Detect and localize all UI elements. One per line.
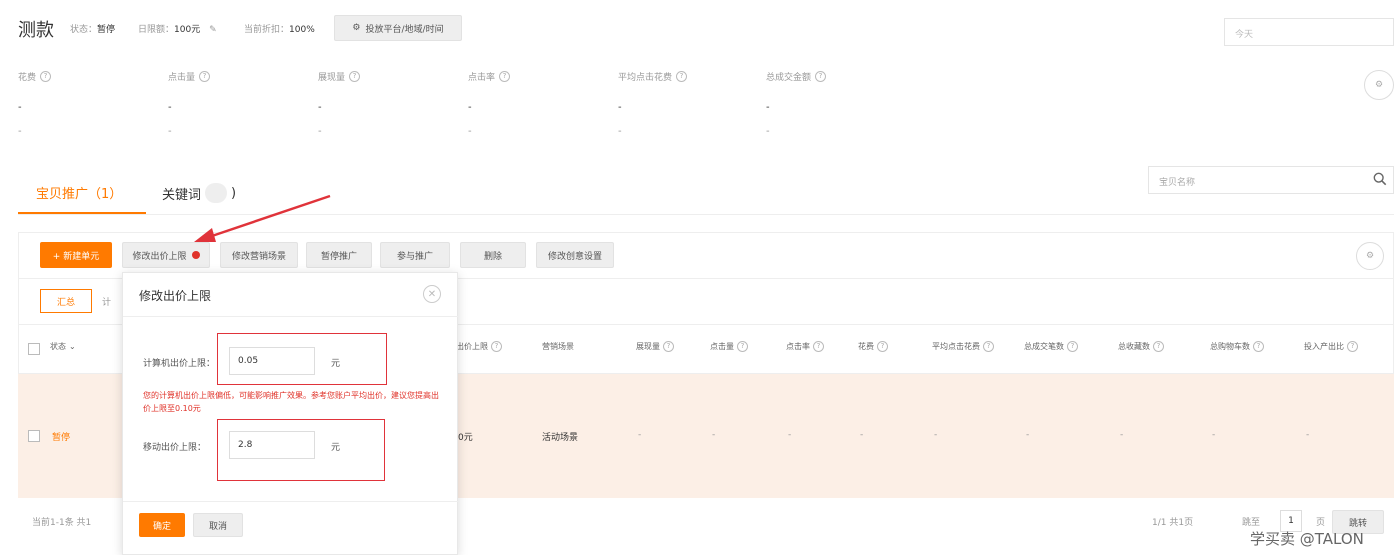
pc-bid-unit: 元 (331, 359, 341, 369)
divider (123, 501, 459, 502)
row-status: 暂停 (52, 433, 71, 443)
join-button[interactable]: 参与推广 (380, 242, 450, 268)
row-checkbox[interactable] (28, 430, 40, 442)
mobile-bid-input[interactable]: 2.8 (229, 431, 315, 459)
alert-dot-icon (191, 251, 200, 259)
gear-icon: ⚙ (352, 23, 361, 33)
help-icon: ? (40, 71, 52, 82)
modify-creative-button[interactable]: 修改创意设置 (536, 242, 614, 268)
help-icon: ? (199, 71, 211, 82)
summary-next: 计 (102, 298, 112, 308)
row-cell: - (1212, 430, 1216, 440)
budget-info: 日限额：100元 ✎ (138, 25, 217, 35)
schedule-button[interactable]: ⚙ 投放平台/地域/时间 (334, 15, 462, 41)
help-icon: ? (676, 71, 688, 82)
column-header-cost[interactable]: 花费? (858, 341, 888, 352)
tab-item-promotion[interactable]: 宝贝推广（1） (36, 183, 122, 202)
watermark: 学买卖 @TALON (1250, 530, 1364, 548)
pc-bid-input[interactable]: 0.05 (229, 347, 315, 375)
row-cell: - (860, 430, 864, 440)
row-cell: - (934, 430, 938, 440)
cancel-button[interactable]: 取消 (193, 513, 243, 537)
metric-value: - (618, 102, 622, 113)
modify-bid-limit-dialog: 修改出价上限 ✕ 计算机出价上限： 0.05 元 您的计算机出价上限偏低，可能影… (122, 272, 459, 555)
chevron-down-icon: ⌄ (69, 342, 76, 351)
metric-value: - (318, 102, 322, 113)
dialog-title: 修改出价上限 (139, 289, 212, 303)
row-cell: - (712, 430, 716, 440)
close-icon[interactable]: ✕ (423, 285, 441, 303)
arrow-annotation (194, 194, 331, 242)
row-cell: - (1120, 430, 1124, 440)
column-header-scene: 营销场景 (542, 342, 574, 351)
search-icon (1373, 172, 1387, 186)
search-input[interactable]: 宝贝名称 (1148, 166, 1394, 194)
column-header-favorites[interactable]: 总收藏数? (1118, 341, 1164, 352)
select-all-checkbox[interactable] (28, 343, 40, 355)
status-info: 状态：暂停 (70, 25, 116, 35)
column-header-roi[interactable]: 投入产出比? (1304, 341, 1358, 352)
row-cell: - (788, 430, 792, 440)
table-settings-icon[interactable]: ⚙ (1356, 242, 1384, 270)
metric-sub: - (18, 126, 22, 137)
metric-label-cost: 花费? (18, 70, 52, 83)
metric-sub: - (168, 126, 172, 137)
column-header-bid[interactable]: 出价上限? (456, 341, 502, 352)
metric-value: - (766, 102, 770, 113)
metric-sub: - (766, 126, 770, 137)
metric-sub: - (318, 126, 322, 137)
row-scene: 活动场景 (542, 433, 579, 443)
new-unit-button[interactable]: + 新建单元 (40, 242, 112, 268)
metric-settings-icon[interactable]: ⚙ (1364, 70, 1394, 100)
metric-value: - (468, 102, 472, 113)
row-cell: - (1306, 430, 1310, 440)
metric-label-ctr: 点击率? (468, 70, 511, 83)
mobile-bid-label: 移动出价上限： (143, 443, 207, 453)
help-icon: ? (349, 71, 361, 82)
column-header-clicks[interactable]: 点击量? (710, 341, 748, 352)
delete-button[interactable]: 删除 (460, 242, 526, 268)
metric-label-cpc: 平均点击花费? (618, 70, 688, 83)
column-header-ctr[interactable]: 点击率? (786, 341, 824, 352)
metric-sub: - (468, 126, 472, 137)
row-count: 当前1-1条 共1 (32, 518, 92, 528)
date-picker[interactable]: 今天 (1224, 18, 1394, 46)
column-header-impressions[interactable]: 展现量? (636, 341, 674, 352)
metric-label-clicks: 点击量? (168, 70, 211, 83)
page-title: 测款 (18, 20, 54, 41)
goto-label: 跳至 (1242, 518, 1261, 528)
metric-label-gmv: 总成交金额? (766, 70, 827, 83)
help-icon: ? (499, 71, 511, 82)
mobile-bid-unit: 元 (331, 443, 341, 453)
column-header-orders[interactable]: 总成交笔数? (1024, 341, 1078, 352)
column-header-cart[interactable]: 总购物车数? (1210, 341, 1264, 352)
page-unit: 页 (1316, 518, 1326, 528)
metric-value: - (18, 102, 22, 113)
metric-label-impressions: 展现量? (318, 70, 361, 83)
page-info: 1/1 共1页 (1152, 518, 1194, 528)
metric-value: - (168, 102, 172, 113)
row-cell: - (1026, 430, 1030, 440)
help-icon: ? (815, 71, 827, 82)
low-bid-warning: 您的计算机出价上限偏低，可能影响推广效果。参考您账户平均出价，建议您提高出价上限… (143, 391, 439, 413)
metric-sub: - (618, 126, 622, 137)
summary-button[interactable]: 汇总 (40, 289, 92, 313)
confirm-button[interactable]: 确定 (139, 513, 185, 537)
edit-icon[interactable]: ✎ (209, 25, 217, 35)
row-bid: 0元 (458, 433, 473, 443)
column-header-status[interactable]: 状态 ⌄ (50, 341, 76, 352)
column-header-cpc[interactable]: 平均点击花费? (932, 341, 994, 352)
pc-bid-label: 计算机出价上限： (143, 359, 216, 369)
row-cell: - (638, 430, 642, 440)
discount-info: 当前折扣：100% (244, 25, 315, 35)
